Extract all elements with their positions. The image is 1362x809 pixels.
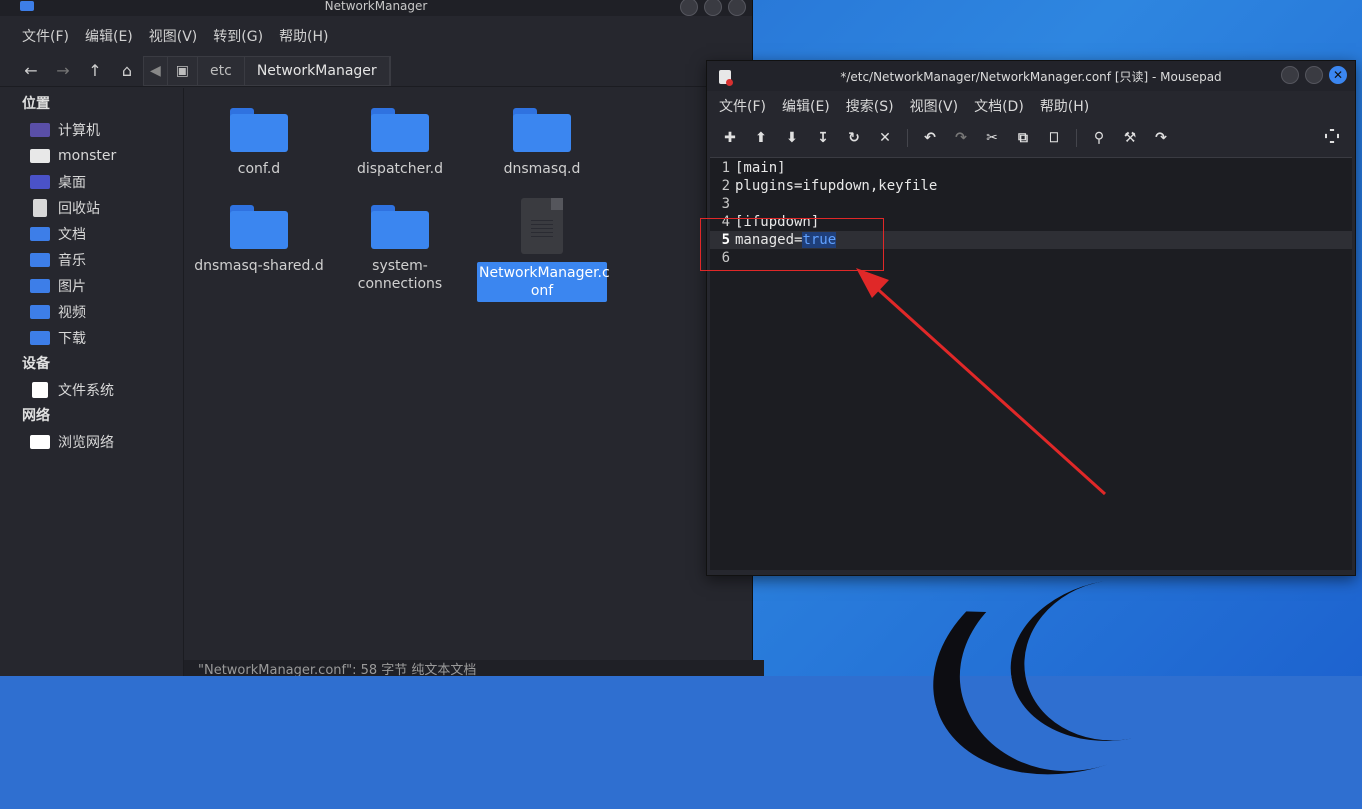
annotation-arrow [856, 268, 1107, 496]
